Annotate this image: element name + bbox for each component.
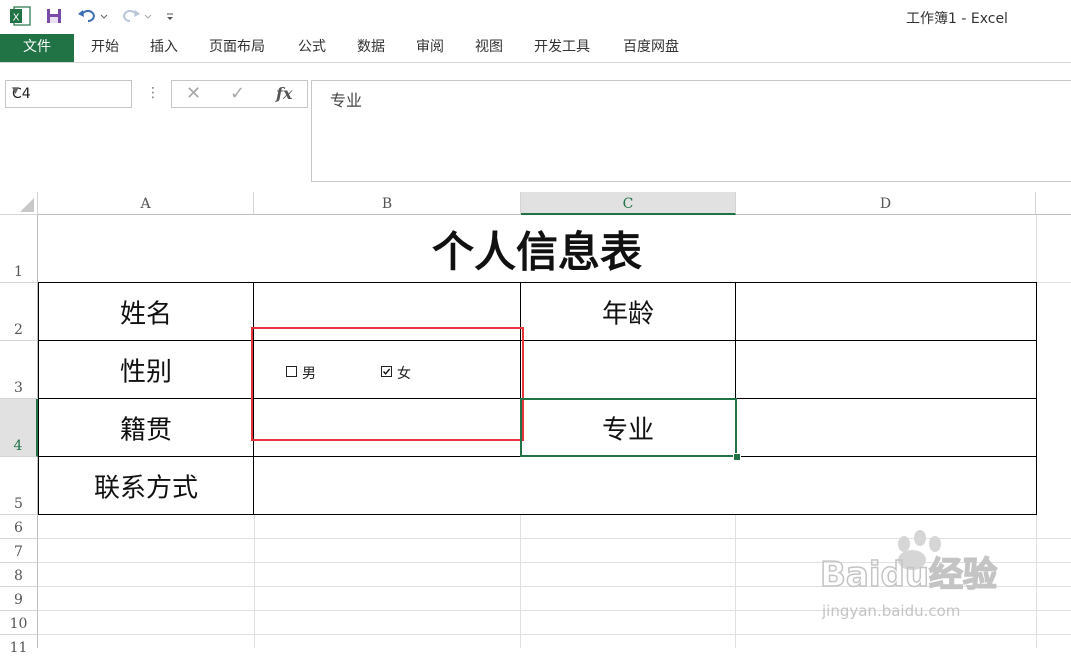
watermark-brand: Baidu经验 xyxy=(820,555,997,595)
row-header-2[interactable]: 2 xyxy=(0,283,38,341)
watermark-url: jingyan.baidu.com xyxy=(821,602,960,620)
formula-input[interactable]: 专业 xyxy=(311,80,1071,182)
cell-a4[interactable]: 籍贯 xyxy=(39,399,254,457)
row-header-6[interactable]: 6 xyxy=(0,515,38,539)
tab-formulas[interactable]: 公式 xyxy=(298,34,326,62)
cell-c2[interactable]: 年龄 xyxy=(521,283,736,341)
name-box[interactable]: C4 ▼ xyxy=(5,80,132,108)
tab-view[interactable]: 视图 xyxy=(475,34,503,62)
gridline xyxy=(254,515,255,648)
highlight-annotation-box xyxy=(251,327,524,441)
cell-d4[interactable] xyxy=(736,399,1037,457)
enter-check-icon[interactable]: ✓ xyxy=(230,83,245,104)
row-header-10[interactable]: 10 xyxy=(0,611,38,635)
customize-toolbar-icon[interactable] xyxy=(164,6,176,26)
insert-function-icon[interactable]: fx xyxy=(276,84,292,103)
row-header-3[interactable]: 3 xyxy=(0,341,38,399)
cell-b5-merged[interactable] xyxy=(254,457,1037,515)
tab-review[interactable]: 审阅 xyxy=(416,34,444,62)
chevron-down-icon[interactable]: ▼ xyxy=(12,86,125,96)
svg-text:X: X xyxy=(13,13,20,24)
active-cell-selection xyxy=(520,398,737,457)
tab-home[interactable]: 开始 xyxy=(91,34,119,62)
sheet-title: 个人信息表 xyxy=(431,227,642,277)
fill-handle[interactable] xyxy=(733,453,741,461)
title-bar: X 工作簿1 - Excel xyxy=(0,0,1071,34)
gridline xyxy=(1036,282,1071,283)
tab-baidu-netdisk[interactable]: 百度网盘 xyxy=(623,34,679,62)
formula-buttons: ✕ ✓ fx xyxy=(171,80,308,108)
tab-data[interactable]: 数据 xyxy=(357,34,385,62)
cell-d3[interactable] xyxy=(736,341,1037,399)
column-header-e[interactable] xyxy=(1036,192,1071,215)
row-header-8[interactable]: 8 xyxy=(0,563,38,587)
row-header-4[interactable]: 4 xyxy=(0,399,38,457)
row-header-7[interactable]: 7 xyxy=(0,539,38,563)
gridline xyxy=(735,515,736,648)
formula-content: 专业 xyxy=(330,91,363,110)
excel-logo-icon: X xyxy=(8,6,32,26)
tab-page-layout[interactable]: 页面布局 xyxy=(209,34,265,62)
window-title: 工作簿1 - Excel xyxy=(906,11,1008,27)
row-header-5[interactable]: 5 xyxy=(0,457,38,515)
ribbon-tabs: 文件 开始 插入 页面布局 公式 数据 审阅 视图 开发工具 百度网盘 xyxy=(0,34,1071,63)
sheet-title-cell[interactable]: 个人信息表 xyxy=(38,215,1036,283)
cell-a2[interactable]: 姓名 xyxy=(39,283,254,341)
column-header-b[interactable]: B xyxy=(254,192,521,215)
select-all-corner[interactable] xyxy=(0,192,38,215)
cell-c3[interactable] xyxy=(521,341,736,399)
gridline xyxy=(1036,515,1037,648)
gridline xyxy=(520,515,521,648)
row-header-11[interactable]: 11 xyxy=(0,635,38,656)
baidu-jingyan-watermark: Baidu经验 jingyan.baidu.com xyxy=(812,530,1022,630)
column-header-d[interactable]: D xyxy=(736,192,1036,215)
row-header-9[interactable]: 9 xyxy=(0,587,38,611)
redo-icon[interactable] xyxy=(120,6,152,26)
row-header-1[interactable]: 1 xyxy=(0,215,38,283)
cancel-icon[interactable]: ✕ xyxy=(186,83,201,104)
cell-a5[interactable]: 联系方式 xyxy=(39,457,254,515)
tab-insert[interactable]: 插入 xyxy=(150,34,178,62)
more-options-icon: ⋮ xyxy=(146,85,160,101)
cell-d2[interactable] xyxy=(736,283,1037,341)
undo-icon[interactable] xyxy=(76,6,108,26)
cell-a3[interactable]: 性别 xyxy=(39,341,254,399)
gridline xyxy=(38,634,1071,635)
tab-file[interactable]: 文件 xyxy=(0,34,74,62)
column-header-a[interactable]: A xyxy=(38,192,254,215)
save-icon[interactable] xyxy=(44,6,64,26)
gridline xyxy=(1036,215,1037,283)
tab-developer[interactable]: 开发工具 xyxy=(534,34,590,62)
column-header-c[interactable]: C xyxy=(521,192,736,215)
